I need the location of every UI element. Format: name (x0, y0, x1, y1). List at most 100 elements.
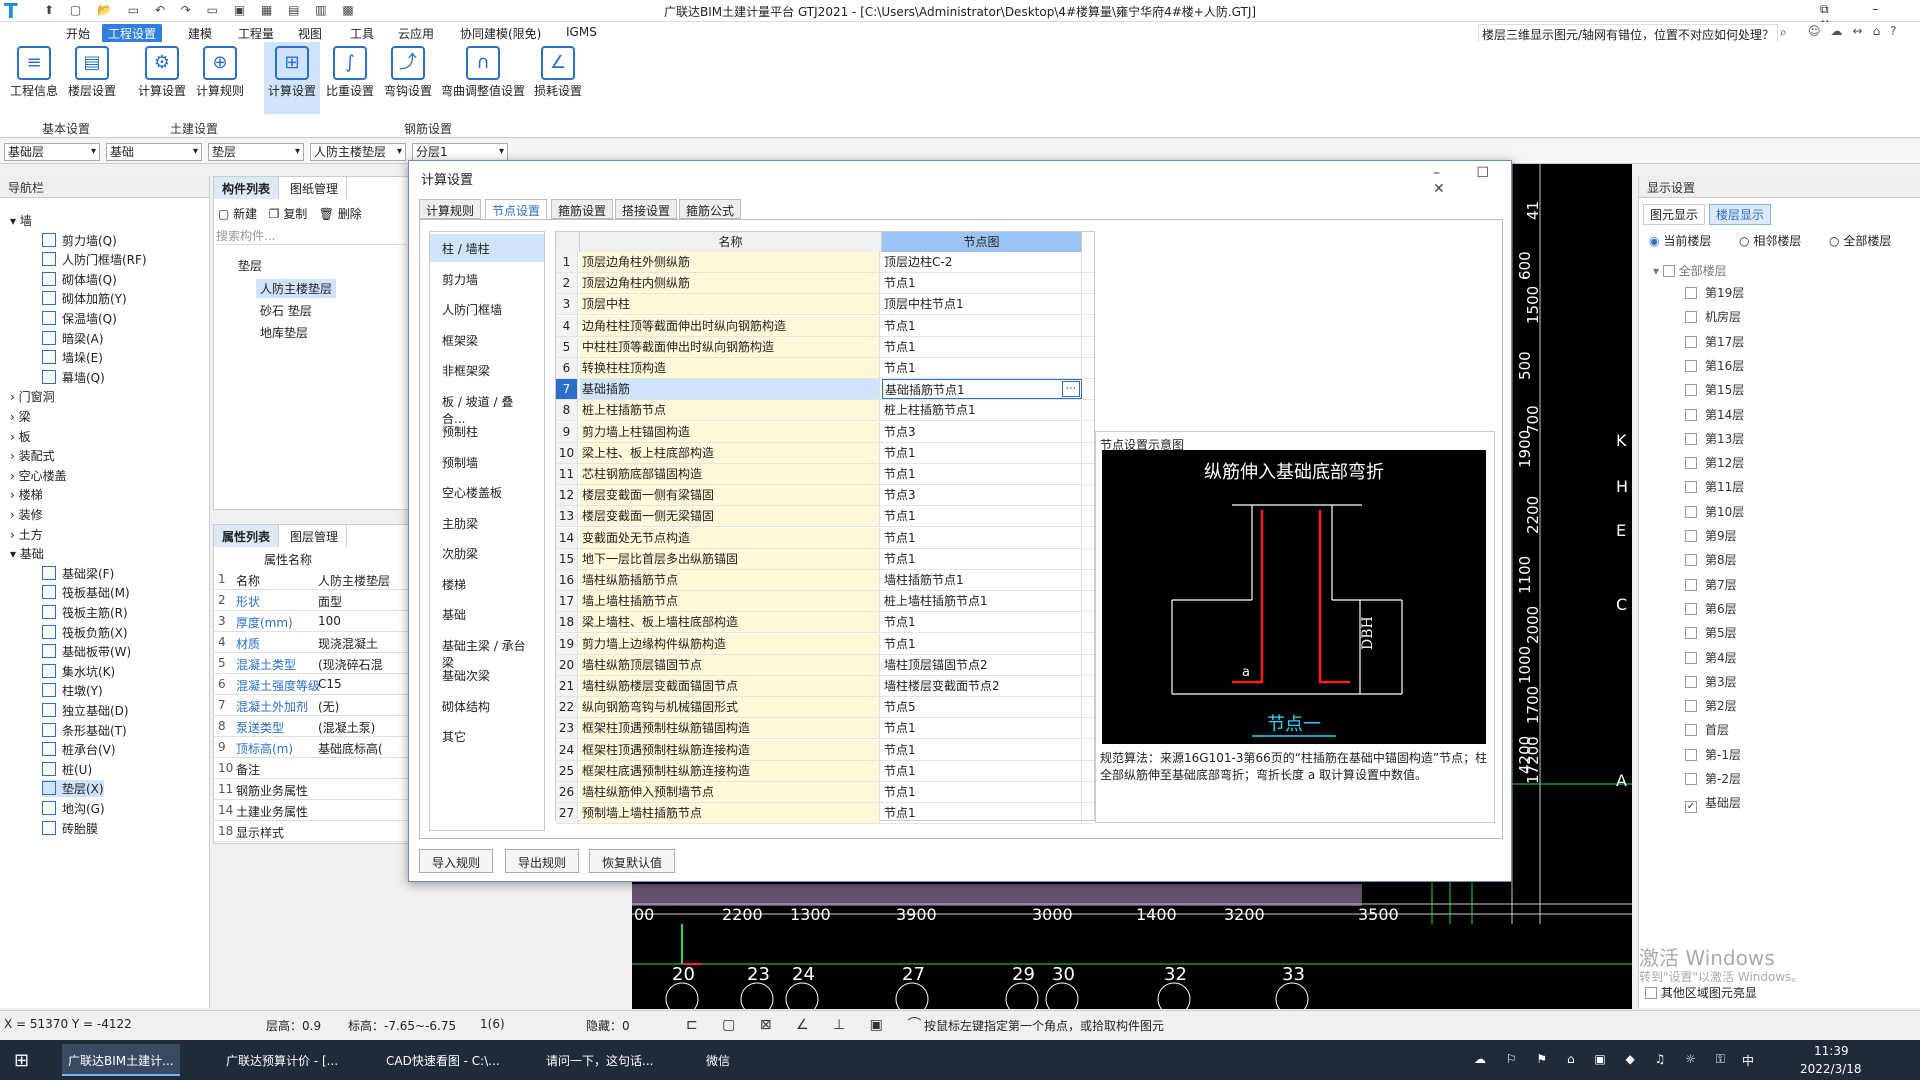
grid-cell[interactable]: 节点1 (882, 612, 1082, 633)
grid-row[interactable]: 22 纵向钢筋弯钩与机械锚固形式 节点5 (556, 697, 1094, 719)
nav-item[interactable]: ▾ 基础 (10, 545, 44, 562)
grid-row[interactable]: 20 墙柱纵筋顶层锚固节点 墙柱顶层锚固节点2 (556, 654, 1094, 676)
tab-component-list[interactable]: 构件列表 (214, 177, 280, 199)
grid-cell[interactable]: 节点1 (882, 464, 1082, 484)
restore-defaults-button[interactable]: 恢复默认值 (589, 849, 676, 873)
nav-item[interactable]: 暗梁(A) (42, 330, 104, 347)
component-search-input[interactable]: 搜索构件... (216, 227, 406, 245)
loss-settings-button[interactable]: ∠ 损耗设置 (530, 42, 586, 99)
grid-cell[interactable]: 顶层中柱节点1 (882, 294, 1082, 315)
nav-item[interactable]: › 土方 (10, 526, 43, 543)
task-edge[interactable]: 请问一下，这句话... (540, 1044, 659, 1076)
grid-row[interactable]: 19 剪力墙上边缘构件纵筋构造 节点1 (556, 633, 1094, 655)
floor-settings-button[interactable]: ▤ 楼层设置 (64, 42, 120, 99)
category-item[interactable]: 框架梁 (430, 326, 544, 354)
property-row[interactable]: 18 显示样式 (214, 821, 410, 842)
ime-indicator[interactable]: 中 (1742, 1052, 1754, 1069)
floor-checkbox[interactable]: 第7层 (1685, 576, 1737, 593)
grid-row[interactable]: 2 顶层边角柱内侧纵筋 节点1 (556, 273, 1094, 295)
property-row[interactable]: 2 形状 面型 (214, 590, 410, 611)
nav-item[interactable]: 集水坑(K) (42, 663, 115, 680)
category-item[interactable]: 楼梯 (430, 570, 544, 598)
grid-cell[interactable]: 节点3 (882, 421, 1082, 442)
component-select[interactable]: 人防主楼垫层 (310, 143, 406, 161)
property-row[interactable]: 4 材质 现浇混凝土 (214, 632, 410, 653)
task-gbq[interactable]: 广联达预算计价 - [... (220, 1044, 344, 1076)
grid-cell[interactable]: 节点1 (882, 739, 1082, 760)
category-select[interactable]: 基础 (106, 143, 202, 161)
category-item[interactable]: 基础主梁 / 承台梁 (430, 631, 544, 670)
grid-row[interactable]: 16 墙柱纵筋插筋节点 墙柱插筋节点1 (556, 570, 1094, 591)
dialog-window-controls[interactable]: – ☐ ✕ (1433, 165, 1511, 197)
tray-icons[interactable]: ☁ ⚐ ⚑ ⌂ ▣ ◆ ♫ ☼ ⚿ (1474, 1052, 1733, 1067)
property-row[interactable]: 10 备注 (214, 758, 410, 779)
category-item[interactable]: 预制墙 (430, 448, 544, 476)
grid-cell[interactable]: 节点3 (882, 485, 1082, 506)
nav-item[interactable]: 条形基础(T) (42, 722, 127, 739)
nav-item[interactable]: 地沟(G) (42, 800, 105, 817)
nav-item[interactable]: 筏板负筋(X) (42, 624, 128, 641)
nav-item[interactable]: 砖胎膜 (42, 820, 98, 837)
quick-access-toolbar[interactable]: ⬆ ▢ 📂 ▭ ↶ ↷ ▭ ▣ ▦ ▤ ▥ ▩ ▾ (44, 3, 374, 31)
floor-checkbox[interactable]: 第13层 (1685, 430, 1744, 447)
tab-lap-settings[interactable]: 搭接设置 (615, 199, 678, 219)
floor-checkbox[interactable]: 第2层 (1685, 697, 1737, 714)
nav-item[interactable]: ▾ 墙 (10, 212, 32, 229)
civil-calc-settings-button[interactable]: ⚙ 计算设置 (134, 42, 190, 99)
grid-cell[interactable]: 桩上柱插筋节点1 (882, 400, 1082, 421)
tab-stirrup-settings[interactable]: 箍筋设置 (551, 199, 614, 219)
category-item[interactable]: 其它 (430, 722, 544, 750)
grid-cell[interactable]: 桩上墙柱插筋节点1 (882, 591, 1082, 612)
nav-item[interactable]: 柱墩(Y) (42, 682, 103, 699)
floor-checkbox[interactable]: 第3层 (1685, 673, 1737, 690)
grid-row[interactable]: 24 框架柱顶遇预制柱纵筋连接构造 节点1 (556, 739, 1094, 761)
category-item[interactable]: 柱 / 墙柱 (430, 234, 544, 262)
grid-cell[interactable]: 墙柱插筋节点1 (882, 570, 1082, 590)
menu-collab[interactable]: 协同建模(限免) (454, 24, 547, 43)
nav-item[interactable]: 垫层(X) (42, 780, 104, 798)
floor-checkbox[interactable]: ✓ 基础层 (1685, 794, 1741, 814)
tab-node-settings[interactable]: 节点设置 (485, 199, 548, 219)
other-area-highlight-checkbox[interactable]: 其他区域图元亮显 (1645, 984, 1757, 1001)
category-item[interactable]: 空心楼盖板 (430, 478, 544, 506)
grid-cell[interactable]: 墙柱顶层锚固节点2 (882, 654, 1082, 675)
import-rules-button[interactable]: 导入规则 (419, 849, 494, 873)
grid-cell[interactable]: 节点1 (882, 527, 1082, 548)
calc-rules-button[interactable]: ⊕ 计算规则 (192, 42, 248, 99)
grid-row[interactable]: 10 梁上柱、板上柱底部构造 节点1 (556, 442, 1094, 464)
property-row[interactable]: 9 顶标高(m) 基础底标高( (214, 737, 410, 758)
floor-checkbox[interactable]: 第11层 (1685, 478, 1744, 495)
grid-cell[interactable]: 节点1 (882, 718, 1082, 739)
tab-stirrup-formula[interactable]: 箍筋公式 (679, 199, 742, 219)
clock-time[interactable]: 11:39 (1814, 1044, 1849, 1058)
task-wechat[interactable]: 微信 (700, 1044, 736, 1076)
floor-checkbox[interactable]: 第5层 (1685, 624, 1737, 641)
grid-row[interactable]: 1 顶层边角柱外侧纵筋 顶层边柱C-2 (556, 252, 1094, 273)
radio-current-floor[interactable]: ◉ 当前楼层 (1649, 232, 1711, 249)
grid-cell[interactable]: 节点1 (882, 506, 1082, 527)
grid-row[interactable]: 18 梁上墙柱、板上墙柱底部构造 节点1 (556, 612, 1094, 634)
floor-tree-root[interactable]: ▾ 全部楼层 (1653, 262, 1727, 279)
nav-item[interactable]: › 装修 (10, 506, 43, 523)
floor-checkbox[interactable]: 第6层 (1685, 600, 1737, 617)
grid-row[interactable]: 14 变截面处无节点构造 节点1 (556, 527, 1094, 549)
category-item[interactable]: 预制柱 (430, 417, 544, 445)
floor-checkbox[interactable]: 第-2层 (1685, 770, 1741, 787)
nav-item[interactable]: 筏板主筋(R) (42, 604, 128, 621)
menu-quantity[interactable]: 工程量 (232, 24, 280, 43)
grid-row[interactable]: 5 中柱柱顶等截面伸出时纵向钢筋构造 节点1 (556, 336, 1094, 358)
export-rules-button[interactable]: 导出规则 (505, 849, 580, 873)
grid-cell[interactable]: 节点5 (882, 697, 1082, 718)
grid-cell[interactable]: 节点1 (882, 315, 1082, 336)
grid-row[interactable]: 27 预制墙上墙柱插筋节点 节点1 (556, 803, 1094, 825)
nav-item[interactable]: 独立基础(D) (42, 702, 129, 719)
floor-checkbox[interactable]: 第-1层 (1685, 746, 1741, 763)
task-gtj[interactable]: 广联达BIM土建计... (62, 1044, 180, 1076)
nav-item[interactable]: 人防门框墙(RF) (42, 251, 147, 268)
menu-start[interactable]: 开始 (60, 24, 96, 43)
tab-property-list[interactable]: 属性列表 (214, 525, 280, 547)
grid-row[interactable]: 12 楼层变截面一侧有梁锚固 节点3 (556, 485, 1094, 507)
floor-checkbox[interactable]: 第14层 (1685, 406, 1744, 423)
floor-checkbox[interactable]: 第8层 (1685, 551, 1737, 568)
category-item[interactable]: 非框架梁 (430, 356, 544, 384)
